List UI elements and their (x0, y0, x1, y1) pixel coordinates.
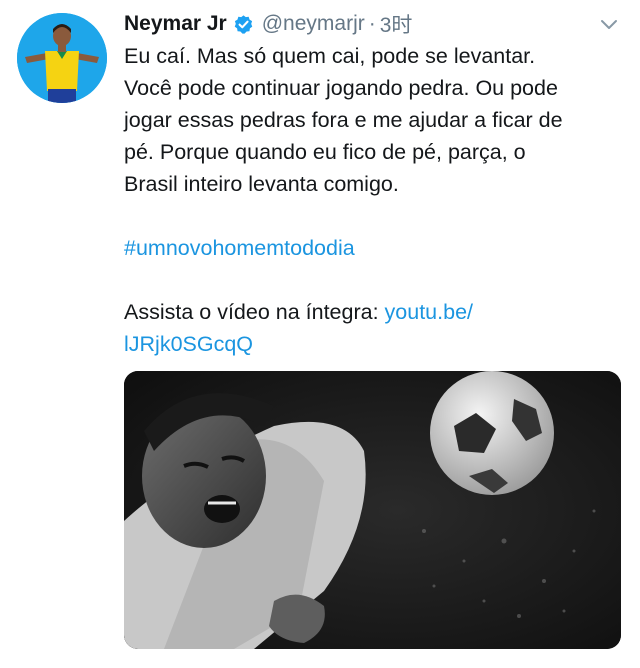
tweet-text-line: pé. Porque quando eu fico de pé, parça, … (124, 140, 526, 164)
chevron-down-icon[interactable] (600, 18, 618, 30)
separator-dot: · (368, 12, 376, 35)
hashtag-link[interactable]: #umnovohomemtododia (124, 236, 355, 260)
verified-badge-icon (233, 14, 254, 35)
tweet-text-line: Você pode continuar jogando pedra. Ou po… (124, 76, 558, 100)
tweet-header: Neymar Jr @neymarjr · 3时 (124, 8, 412, 40)
avatar-image (17, 13, 107, 103)
media-photo (124, 371, 621, 649)
tweet-text-line: Eu caí. Mas só quem cai, pode se levanta… (124, 44, 536, 68)
tweet-media-image[interactable] (124, 371, 621, 649)
tweet-card[interactable]: Neymar Jr @neymarjr · 3时 Eu caí. Mas só … (0, 0, 640, 668)
link-prefix: Assista o vídeo na íntegra: (124, 300, 385, 324)
timestamp[interactable]: 3时 (380, 9, 413, 39)
tweet-text-line: Brasil inteiro levanta comigo. (124, 172, 399, 196)
avatar[interactable] (17, 13, 107, 103)
video-link-part2[interactable]: lJRjk0SGcqQ (124, 332, 253, 356)
tweet-text: Eu caí. Mas só quem cai, pode se levanta… (124, 40, 624, 360)
video-link-part1[interactable]: youtu.be/ (385, 300, 473, 324)
author-name[interactable]: Neymar Jr (124, 12, 227, 36)
tweet-text-line: jogar essas pedras fora e me ajudar a fi… (124, 108, 563, 132)
author-handle[interactable]: @neymarjr (262, 12, 365, 36)
